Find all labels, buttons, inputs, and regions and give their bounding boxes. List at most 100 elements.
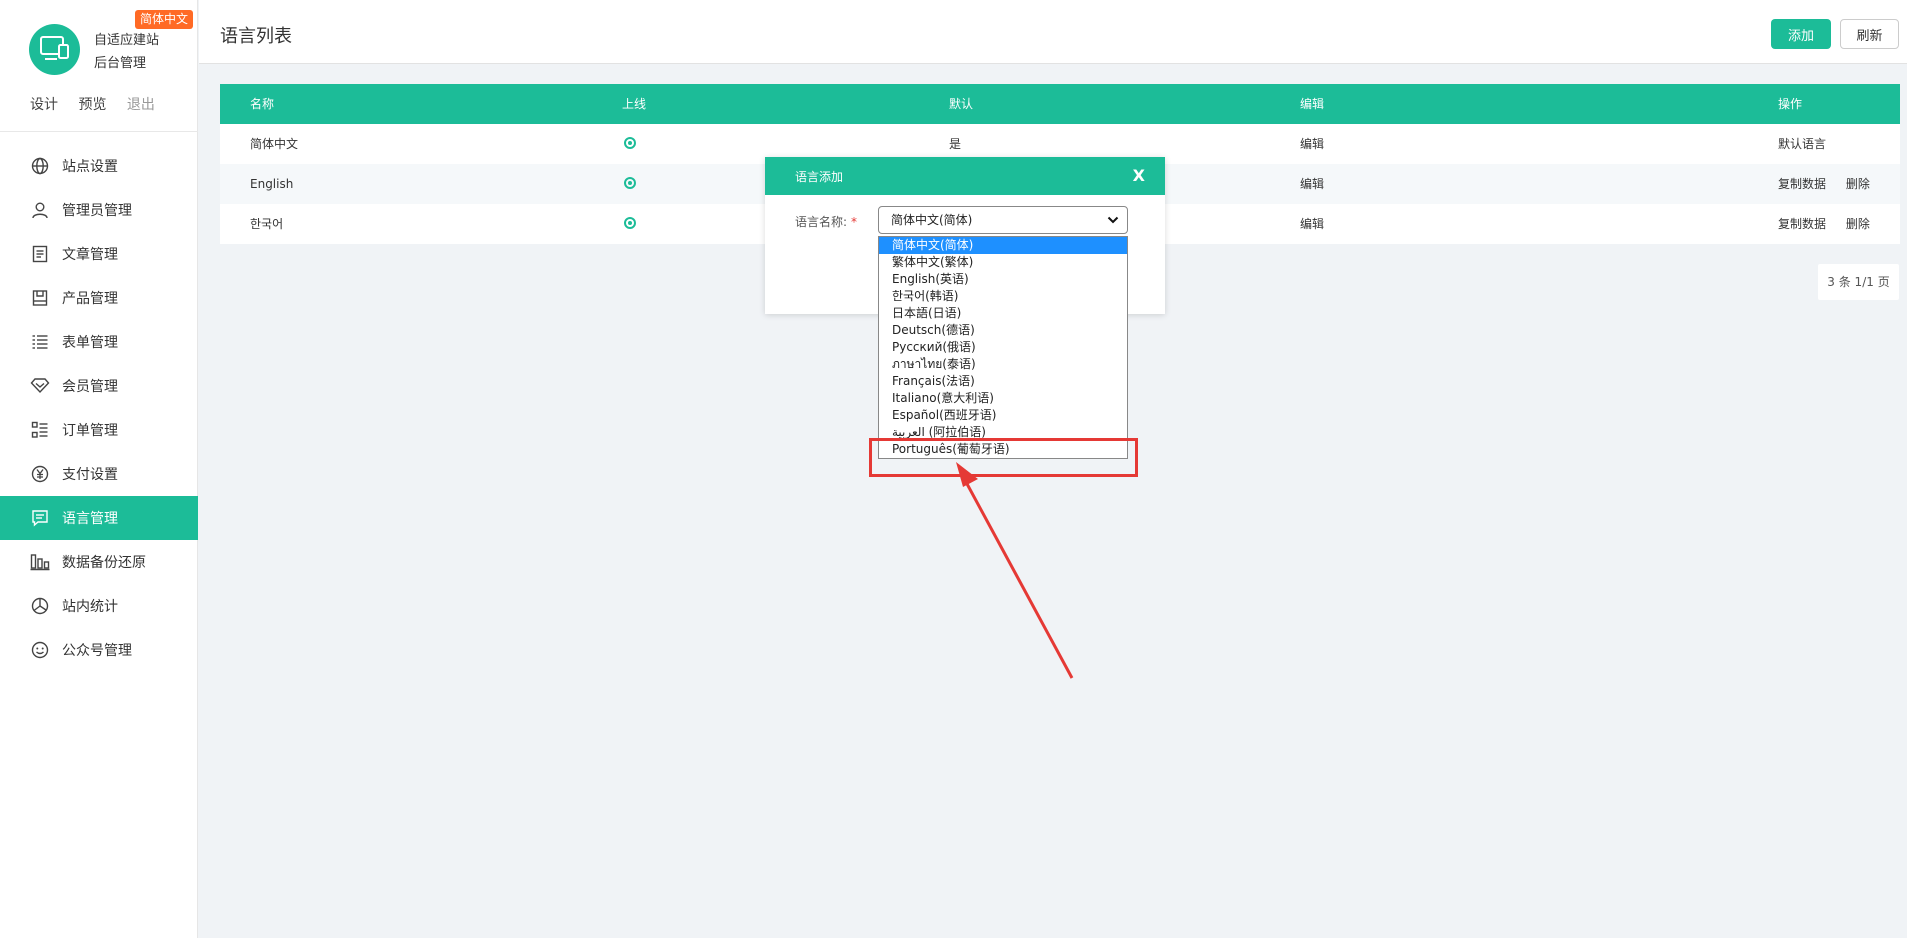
sidebar-item-label: 订单管理 (62, 423, 118, 439)
monitor-icon (40, 36, 69, 60)
delete-link[interactable]: 删除 (1846, 217, 1870, 231)
select-value: 简体中文(简体) (891, 213, 973, 227)
edit-link[interactable]: 编辑 (1300, 204, 1324, 244)
operations: 复制数据 删除 (1778, 164, 1886, 204)
brand-title-line1: 自适应建站 (94, 33, 160, 48)
app-root: 简体中文 自适应建站 后台管理 设计 预览 退出 站点设置 管理员管理 文章管理… (0, 0, 1907, 938)
brand-actions: 设计 预览 退出 (30, 94, 171, 114)
sidebar-item-label: 文章管理 (62, 247, 118, 263)
sidebar-item-label: 公众号管理 (62, 643, 132, 659)
sidebar-item-admins[interactable]: 管理员管理 (0, 188, 198, 232)
operations: 复制数据 删除 (1778, 204, 1886, 244)
default-language-link[interactable]: 默认语言 (1778, 137, 1826, 151)
refresh-button[interactable]: 刷新 (1840, 19, 1899, 49)
language-name: 简体中文 (250, 137, 299, 151)
language-name: 한국어 (250, 217, 284, 231)
sidebar-item-payment[interactable]: 支付设置 (0, 452, 198, 496)
close-icon[interactable]: X (1133, 166, 1145, 185)
online-radio[interactable] (622, 124, 636, 164)
modal-header: 语言添加 X (765, 157, 1165, 195)
design-link[interactable]: 设计 (30, 97, 58, 113)
modal-title: 语言添加 (795, 170, 844, 184)
online-radio[interactable] (622, 204, 636, 244)
header-name: 名称 (250, 97, 275, 111)
smile-icon (30, 640, 50, 660)
sidebar-item-orders[interactable]: 订单管理 (0, 408, 198, 452)
diamond-icon (30, 376, 50, 396)
document-icon (30, 244, 50, 264)
sidebar-item-site-settings[interactable]: 站点设置 (0, 144, 198, 188)
sidebar-item-forms[interactable]: 表单管理 (0, 320, 198, 364)
copy-data-link[interactable]: 复制数据 (1778, 217, 1826, 231)
order-list-icon (30, 420, 50, 440)
edit-link[interactable]: 编辑 (1300, 164, 1324, 204)
option-ja[interactable]: 日本語(日语) (879, 305, 1127, 322)
sidebar-menu: 站点设置 管理员管理 文章管理 产品管理 表单管理 会员管理 订单管理 支付设置… (0, 144, 198, 672)
option-es[interactable]: Español(西班牙语) (879, 407, 1127, 424)
sidebar-item-articles[interactable]: 文章管理 (0, 232, 198, 276)
brand-title: 自适应建站 后台管理 (94, 29, 159, 75)
sidebar-item-label: 站内统计 (62, 599, 118, 615)
sidebar-item-statistics[interactable]: 站内统计 (0, 584, 198, 628)
option-th[interactable]: ภาษาไทย(泰语) (879, 356, 1127, 373)
chat-icon (30, 508, 50, 528)
yen-icon (30, 464, 50, 484)
sidebar-item-label: 支付设置 (62, 467, 118, 483)
option-en[interactable]: English(英语) (879, 271, 1127, 288)
option-ko[interactable]: 한국어(韩语) (879, 288, 1127, 305)
edit-link[interactable]: 编辑 (1300, 124, 1324, 164)
sidebar-item-languages[interactable]: 语言管理 (0, 496, 198, 540)
language-options-list: 简体中文(简体) 繁体中文(繁体) English(英语) 한국어(韩语) 日本… (878, 236, 1128, 459)
sidebar-item-products[interactable]: 产品管理 (0, 276, 198, 320)
language-name: English (250, 177, 294, 191)
sidebar-item-wechat[interactable]: 公众号管理 (0, 628, 198, 672)
box-icon (30, 288, 50, 308)
globe-icon (30, 156, 50, 176)
option-ru[interactable]: Русский(俄语) (879, 339, 1127, 356)
header-default: 默认 (949, 97, 974, 111)
sidebar-item-label: 站点设置 (62, 159, 118, 175)
header-online: 上线 (622, 97, 647, 111)
bar-chart-icon (30, 552, 50, 572)
sidebar: 简体中文 自适应建站 后台管理 设计 预览 退出 站点设置 管理员管理 文章管理… (0, 0, 198, 938)
sidebar-item-members[interactable]: 会员管理 (0, 364, 198, 408)
preview-link[interactable]: 预览 (78, 97, 106, 113)
online-radio[interactable] (622, 164, 636, 204)
sidebar-item-backup[interactable]: 数据备份还原 (0, 540, 198, 584)
page-title: 语言列表 (220, 26, 292, 47)
option-de[interactable]: Deutsch(德语) (879, 322, 1127, 339)
sidebar-item-label: 产品管理 (62, 291, 118, 307)
topbar: 语言列表 添加 刷新 (199, 0, 1907, 64)
list-icon (30, 332, 50, 352)
header-operations: 操作 (1778, 97, 1803, 111)
brand-title-line2: 后台管理 (94, 56, 147, 71)
required-mark: * (851, 215, 858, 229)
logo (29, 24, 80, 75)
language-name-label: 语言名称: * (795, 213, 857, 230)
language-select[interactable]: 简体中文(简体) (878, 206, 1128, 234)
header-edit: 编辑 (1300, 97, 1325, 111)
option-it[interactable]: Italiano(意大利语) (879, 390, 1127, 407)
brand-area: 简体中文 自适应建站 后台管理 设计 预览 退出 (0, 0, 198, 132)
delete-link[interactable]: 删除 (1846, 177, 1870, 191)
sidebar-item-label: 管理员管理 (62, 203, 132, 219)
chevron-down-icon (1107, 216, 1119, 224)
option-fr[interactable]: Français(法语) (879, 373, 1127, 390)
logout-link[interactable]: 退出 (127, 97, 155, 113)
sidebar-item-label: 数据备份还原 (62, 555, 146, 571)
copy-data-link[interactable]: 复制数据 (1778, 177, 1826, 191)
table-header: 名称 上线 默认 编辑 操作 (220, 84, 1900, 124)
sidebar-item-label: 会员管理 (62, 379, 118, 395)
pagination-info: 3 条 1/1 页 (1818, 264, 1899, 300)
pie-chart-icon (30, 596, 50, 616)
sidebar-item-label: 语言管理 (62, 511, 118, 527)
language-badge[interactable]: 简体中文 (135, 10, 194, 29)
sidebar-item-label: 表单管理 (62, 335, 118, 351)
user-icon (30, 200, 50, 220)
add-button[interactable]: 添加 (1771, 19, 1831, 49)
field-label-text: 语言名称: (795, 215, 848, 229)
option-zh-hans[interactable]: 简体中文(简体) (879, 237, 1127, 254)
operations: 默认语言 (1778, 124, 1842, 164)
annotation-highlight-box (869, 438, 1138, 477)
option-zh-hant[interactable]: 繁体中文(繁体) (879, 254, 1127, 271)
